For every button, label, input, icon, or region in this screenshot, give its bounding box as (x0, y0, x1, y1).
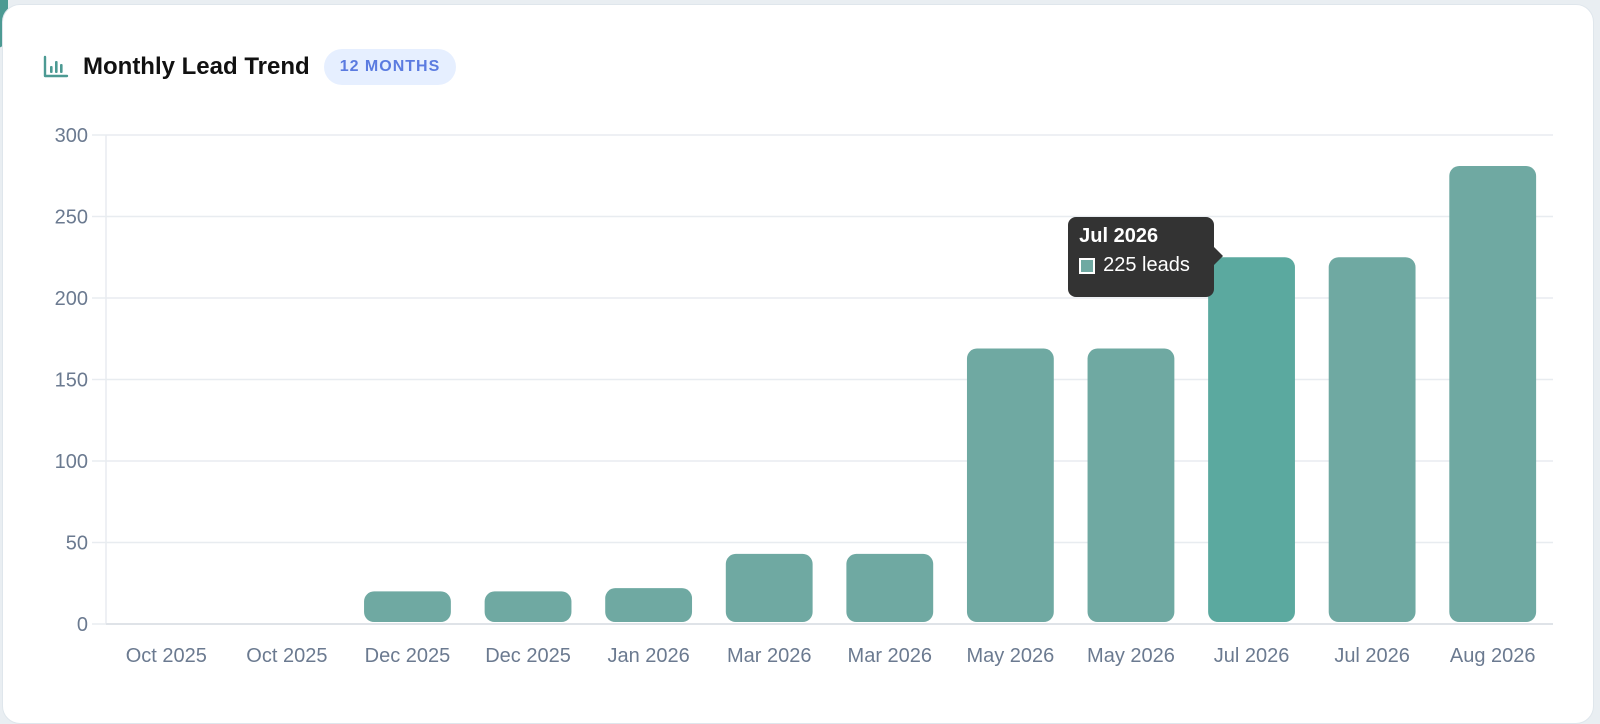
x-tick-label: Dec 2025 (365, 645, 451, 667)
tooltip-swatch (1079, 257, 1096, 274)
x-tick-label: May 2026 (1087, 645, 1175, 667)
tooltip-label: 225 leads (1103, 254, 1190, 277)
lead-trend-chart: 0 50 100 150 200 250 300 Oct 2025 Oct 2025 Dec 20… (55, 125, 1553, 667)
bar (966, 348, 1054, 622)
x-tick-label: Jul 2026 (1214, 645, 1290, 667)
y-tick-label: 100 (55, 451, 88, 473)
bar (484, 591, 572, 622)
tooltip-row: 225 leads (1079, 254, 1202, 277)
bar-tooltip: Jul 2026 225 leads (1068, 217, 1224, 298)
bar (1449, 165, 1537, 622)
tooltip-title: Jul 2026 (1079, 225, 1159, 248)
y-tick-label: 200 (55, 288, 88, 310)
y-tick-label: 250 (55, 207, 88, 229)
x-tick-label: Mar 2026 (727, 645, 812, 667)
x-tick-label: Aug 2026 (1450, 645, 1536, 667)
x-tick-label: Oct 2025 (126, 645, 207, 667)
y-tick-label: 150 (55, 370, 88, 392)
x-tick-label: Jan 2026 (607, 645, 689, 667)
x-tick-label: Dec 2025 (485, 645, 571, 667)
bar (605, 588, 693, 622)
bar (364, 591, 451, 622)
bar (725, 553, 813, 622)
x-tick-label: May 2026 (966, 645, 1054, 667)
bar (1087, 348, 1175, 622)
y-tick-label: 50 (66, 533, 88, 555)
x-tick-label: Oct 2025 (246, 645, 327, 667)
bar-active (1208, 257, 1295, 622)
bar (846, 553, 934, 622)
x-tick-label: Jul 2026 (1334, 645, 1410, 667)
bar (1328, 257, 1416, 622)
x-tick-label: Mar 2026 (848, 645, 933, 667)
y-tick-label: 300 (55, 125, 88, 147)
y-tick-label: 0 (77, 614, 88, 636)
